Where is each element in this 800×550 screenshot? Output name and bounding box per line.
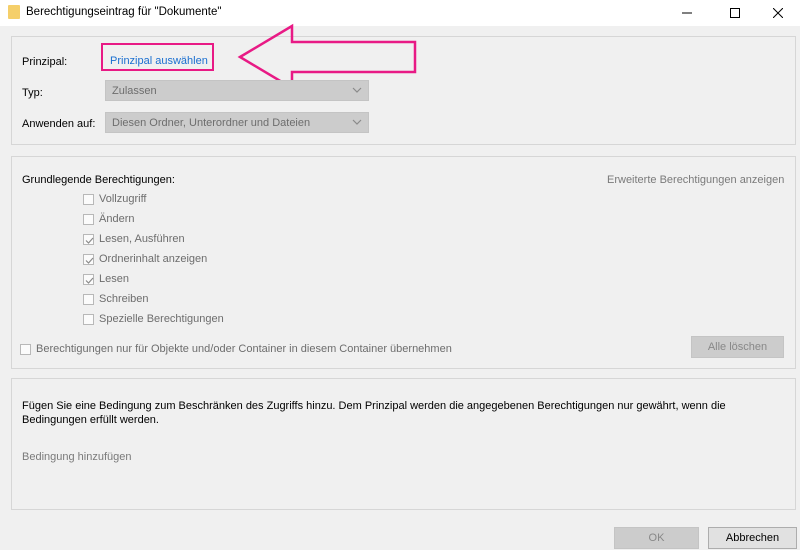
add-condition-link[interactable]: Bedingung hinzufügen — [22, 451, 131, 463]
close-icon — [773, 8, 783, 18]
permission-checkbox[interactable] — [83, 254, 94, 265]
type-select-value: Zulassen — [112, 85, 157, 97]
permission-checkbox[interactable] — [83, 274, 94, 285]
maximize-icon — [730, 8, 740, 18]
apply-to-select-value: Diesen Ordner, Unterordner und Dateien — [112, 117, 311, 129]
checkmark-icon — [85, 277, 94, 284]
permission-label: Vollzugriff — [99, 193, 147, 205]
ok-button[interactable]: OK — [614, 527, 699, 549]
chevron-down-icon — [352, 119, 362, 125]
permission-checkbox[interactable] — [83, 314, 94, 325]
inherit-checkbox[interactable] — [20, 344, 31, 355]
apply-to-select[interactable]: Diesen Ordner, Unterordner und Dateien — [105, 112, 369, 133]
basic-permissions-heading: Grundlegende Berechtigungen: — [22, 174, 175, 186]
permission-label: Ändern — [99, 213, 135, 225]
inherit-label: Berechtigungen nur für Objekte und/oder … — [36, 343, 452, 355]
checkmark-icon — [85, 237, 94, 244]
permission-label: Ordnerinhalt anzeigen — [99, 253, 208, 265]
window-title: Berechtigungseintrag für "Dokumente" — [26, 6, 222, 18]
chevron-down-icon — [352, 87, 362, 93]
folder-icon — [8, 5, 20, 19]
condition-description: Fügen Sie eine Bedingung zum Beschränken… — [22, 400, 726, 426]
permission-label: Lesen, Ausführen — [99, 233, 185, 245]
cancel-button[interactable]: Abbrechen — [708, 527, 797, 549]
permission-label: Lesen — [99, 273, 129, 285]
type-select[interactable]: Zulassen — [105, 80, 369, 101]
permission-label: Schreiben — [99, 293, 149, 305]
permission-checkbox[interactable] — [83, 214, 94, 225]
type-label: Typ: — [22, 87, 43, 99]
principal-label: Prinzipal: — [22, 56, 68, 68]
show-advanced-permissions-link[interactable]: Erweiterte Berechtigungen anzeigen — [607, 174, 784, 186]
minimize-icon — [682, 12, 692, 14]
clear-all-button[interactable]: Alle löschen — [691, 336, 784, 358]
apply-to-label: Anwenden auf: — [22, 118, 96, 130]
minimize-button[interactable] — [665, 0, 709, 26]
condition-panel — [11, 378, 796, 510]
checkmark-icon — [85, 257, 94, 264]
annotation-highlight-box — [101, 43, 214, 71]
permission-label: Spezielle Berechtigungen — [99, 313, 224, 325]
permission-checkbox[interactable] — [83, 294, 94, 305]
close-button[interactable] — [756, 0, 800, 26]
maximize-button[interactable] — [713, 0, 757, 26]
permission-checkbox[interactable] — [83, 194, 94, 205]
permission-checkbox[interactable] — [83, 234, 94, 245]
